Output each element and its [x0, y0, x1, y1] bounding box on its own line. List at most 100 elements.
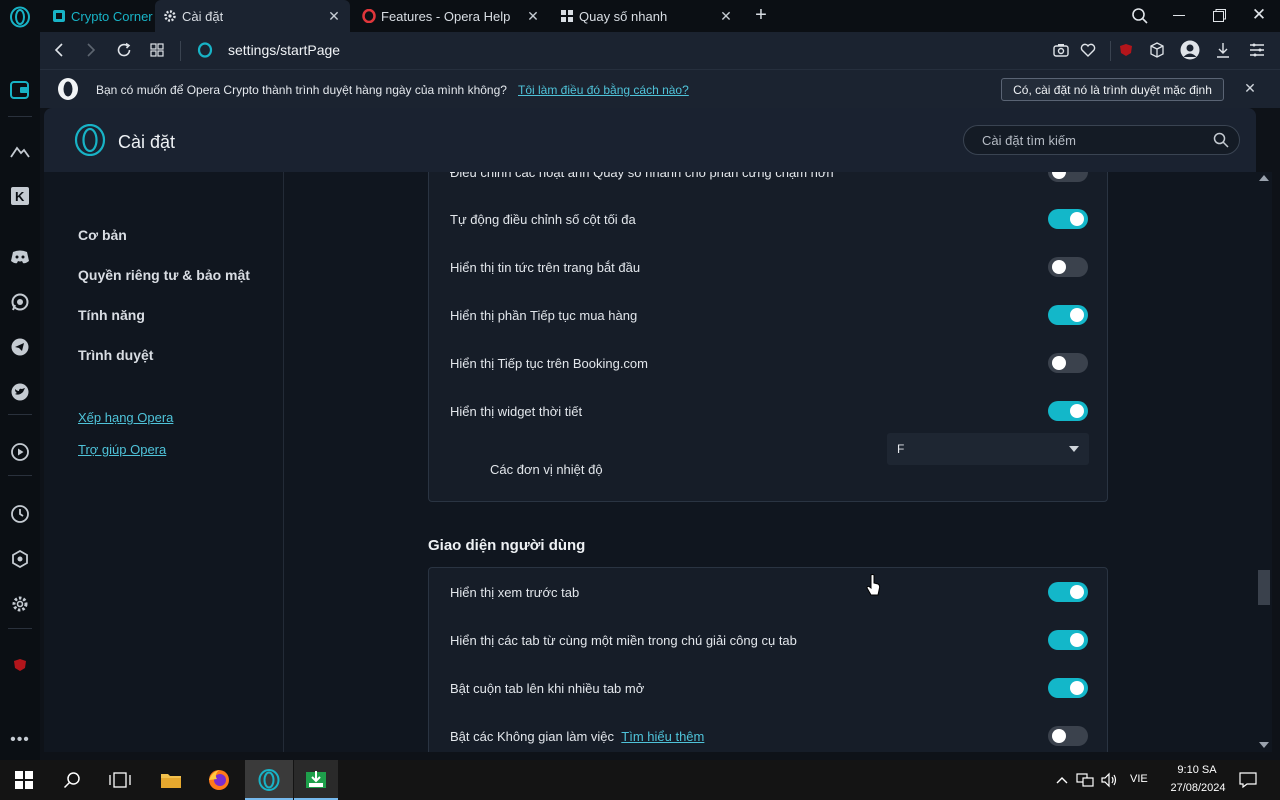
windows-start-icon[interactable] [12, 768, 36, 792]
scroll-up-icon[interactable] [1259, 175, 1269, 181]
learn-more-link[interactable]: Tìm hiểu thêm [621, 729, 704, 744]
maximize-icon[interactable] [1213, 9, 1226, 22]
task-view-icon[interactable] [108, 768, 132, 792]
file-explorer-icon[interactable] [159, 768, 183, 792]
close-icon[interactable]: ✕ [525, 8, 541, 24]
nav-privacy-security[interactable]: Quyền riêng tư & bảo mật [78, 267, 250, 283]
workspaces-toggle[interactable] [1048, 726, 1088, 746]
close-icon[interactable]: ✕ [1243, 81, 1257, 95]
camera-icon[interactable] [1051, 40, 1071, 60]
telegram-icon[interactable] [8, 335, 32, 359]
extensions-icon[interactable] [8, 547, 32, 571]
close-icon[interactable]: ✕ [326, 8, 342, 24]
forward-icon[interactable] [81, 40, 101, 60]
nav-features[interactable]: Tính năng [78, 307, 145, 323]
notification-icon[interactable] [1236, 768, 1260, 792]
tab-label: Features - Opera Help [381, 8, 511, 24]
toggle-knob [1052, 356, 1066, 370]
tab-scrolling-toggle[interactable] [1048, 678, 1088, 698]
heart-icon[interactable] [1078, 40, 1098, 60]
toggle-knob [1070, 585, 1084, 599]
player-icon[interactable] [8, 440, 32, 464]
settings-gear-icon[interactable] [8, 592, 32, 616]
divider [8, 628, 32, 629]
new-tab-icon[interactable]: + [752, 5, 770, 25]
tab-features-opera-help[interactable]: Features - Opera Help ✕ [354, 0, 549, 32]
history-icon[interactable] [8, 502, 32, 526]
search-icon[interactable] [60, 768, 84, 792]
temperature-unit-select[interactable]: F [887, 433, 1089, 465]
news-toggle[interactable] [1048, 257, 1088, 277]
weather-widget-toggle[interactable] [1048, 401, 1088, 421]
clock-date[interactable]: 27/08/2024 [1160, 782, 1236, 794]
network-icon[interactable] [1073, 768, 1097, 792]
toggle-knob [1070, 308, 1084, 322]
clock-time[interactable]: 9:10 SA [1172, 764, 1222, 776]
select-value: F [897, 442, 905, 456]
opera-taskbar-button[interactable] [245, 760, 293, 800]
more-icon[interactable]: ••• [8, 728, 32, 752]
nav-browser[interactable]: Trình duyệt [78, 347, 153, 363]
setting-label: Bật các Không gian làm việc Tìm hiểu thê… [450, 729, 704, 744]
booking-toggle[interactable] [1048, 353, 1088, 373]
tab-speed-dial[interactable]: Quay số nhanh ✕ [552, 0, 742, 32]
volume-icon[interactable] [1097, 768, 1121, 792]
setting-label: Hiển thị xem trước tab [450, 585, 580, 600]
scrollbar-thumb[interactable] [1258, 570, 1270, 605]
set-default-button[interactable]: Có, cài đặt nó là trình duyệt mặc định [1001, 78, 1224, 101]
animation-toggle[interactable] [1048, 172, 1088, 182]
input-language[interactable]: VIE [1130, 773, 1148, 785]
url-host: settings [228, 42, 277, 58]
rate-opera-link[interactable]: Xếp hạng Opera [78, 410, 173, 425]
tab-preview-toggle[interactable] [1048, 582, 1088, 602]
back-icon[interactable] [49, 40, 69, 60]
crypto-wallet-icon[interactable] [8, 78, 32, 102]
default-browser-banner: Bạn có muốn để Opera Crypto thành trình … [40, 69, 1280, 108]
auto-columns-toggle[interactable] [1048, 209, 1088, 229]
search-placeholder: Cài đặt tìm kiếm [982, 133, 1076, 148]
tab-crypto-corner[interactable]: Crypto Corner [44, 0, 154, 32]
same-domain-tabs-toggle[interactable] [1048, 630, 1088, 650]
firefox-icon[interactable] [207, 768, 231, 792]
ublock-icon[interactable] [8, 653, 32, 677]
avatar[interactable] [1180, 40, 1200, 60]
divider [8, 414, 32, 415]
setting-label: Bật cuộn tab lên khi nhiều tab mở [450, 681, 645, 696]
reload-icon[interactable] [114, 40, 134, 60]
opera-help-link[interactable]: Trợ giúp Opera [78, 442, 166, 457]
easy-setup-icon[interactable] [1247, 40, 1267, 60]
url-path: /startPage [276, 42, 341, 58]
banner-help-link[interactable]: Tôi làm điều đó bằng cách nào? [518, 83, 689, 97]
divider [8, 116, 32, 117]
nav-basic[interactable]: Cơ bản [78, 227, 127, 243]
scroll-down-icon[interactable] [1259, 742, 1269, 748]
kucoin-icon[interactable]: K [8, 184, 32, 208]
chevron-up-icon[interactable] [1050, 768, 1074, 792]
mouse-cursor [866, 574, 882, 598]
tab-overview-icon[interactable] [147, 40, 167, 60]
twitter-icon[interactable] [8, 380, 32, 404]
close-icon[interactable]: ✕ [718, 8, 734, 24]
download-icon[interactable] [1213, 40, 1233, 60]
continue-shopping-toggle[interactable] [1048, 305, 1088, 325]
opera-crypto-icon [258, 769, 280, 791]
mountain-icon[interactable] [8, 139, 32, 163]
opera-menu-icon[interactable] [9, 6, 31, 28]
minimize-icon[interactable] [1173, 15, 1185, 16]
settings-search-input[interactable]: Cài đặt tìm kiếm [963, 125, 1240, 155]
setting-label: Hiển thị phần Tiếp tục mua hàng [450, 308, 638, 323]
setting-label: Hiển thị Tiếp tục trên Booking.com [450, 356, 648, 371]
scrollbar[interactable] [1256, 172, 1272, 752]
search-icon[interactable] [1131, 7, 1149, 25]
installer-taskbar-button[interactable] [294, 760, 338, 800]
tab-settings[interactable]: Cài đặt ✕ [155, 0, 350, 32]
cube-icon[interactable] [1147, 40, 1167, 60]
discord-icon[interactable] [8, 245, 32, 269]
whatsapp-icon[interactable] [8, 290, 32, 314]
close-window-icon[interactable]: ✕ [1250, 6, 1268, 24]
toggle-knob [1052, 260, 1066, 274]
setting-label: Hiển thị widget thời tiết [450, 404, 583, 419]
url-field[interactable]: settings/startPage [228, 42, 340, 58]
search-icon [1213, 132, 1229, 148]
ublock-icon[interactable] [1116, 40, 1136, 60]
